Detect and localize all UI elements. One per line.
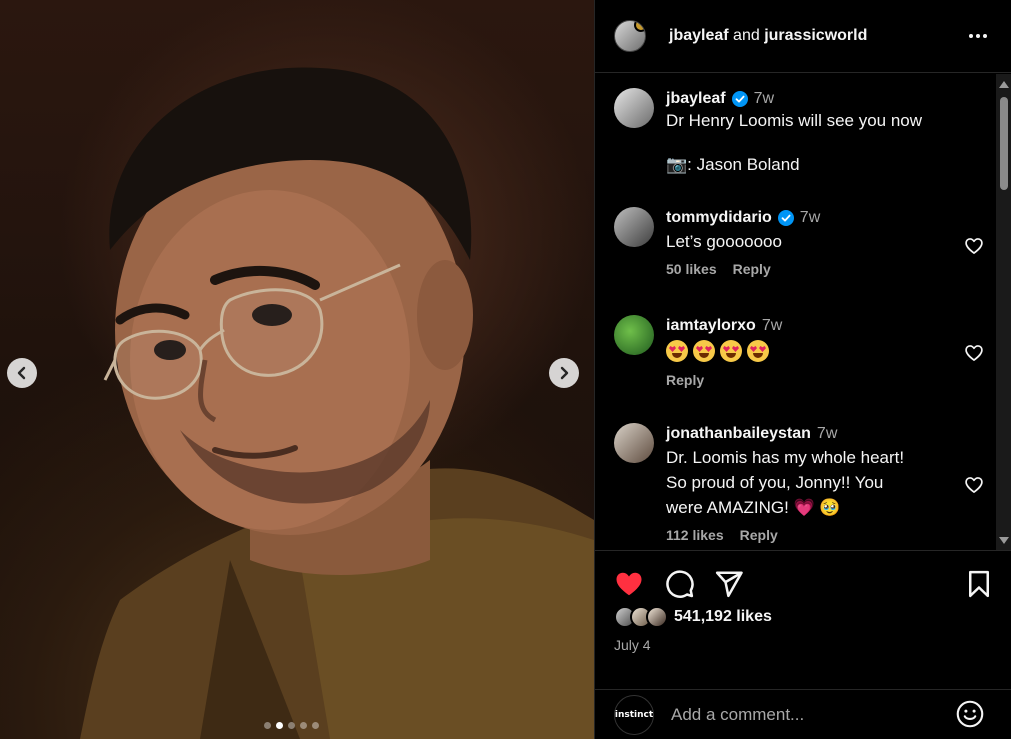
- comment-item: tommydidario 7w Let’s gooooooo 50 likes …: [614, 207, 984, 277]
- next-image-button[interactable]: [549, 358, 579, 388]
- scroll-down-icon[interactable]: [999, 537, 1009, 544]
- carousel-dot: [312, 722, 319, 729]
- author-conjunction: and: [733, 27, 760, 44]
- scroll-up-icon[interactable]: [999, 81, 1009, 88]
- likes-summary[interactable]: 541,192 likes: [614, 606, 772, 628]
- comment-time[interactable]: 7w: [817, 423, 837, 445]
- comment-emojis: [666, 340, 966, 362]
- post-date[interactable]: July 4: [614, 637, 651, 653]
- comment-time[interactable]: 7w: [800, 207, 820, 229]
- scroll-thumb[interactable]: [1000, 97, 1008, 190]
- comments-list[interactable]: jbayleaf 7w Dr Henry Loomis will see you…: [595, 74, 998, 550]
- comment-likes[interactable]: 50 likes: [666, 261, 717, 277]
- caption-username[interactable]: jbayleaf: [666, 88, 726, 110]
- verified-badge-icon: [777, 210, 794, 226]
- add-comment-bar: instinct: [595, 689, 1011, 739]
- carousel-dot: [264, 722, 271, 729]
- caption-time[interactable]: 7w: [754, 88, 774, 110]
- post-authors: jbayleaf and jurassicworld: [669, 27, 867, 45]
- comment-icon[interactable]: [665, 569, 695, 599]
- chevron-left-icon: [17, 366, 26, 380]
- more-options-button[interactable]: [966, 26, 990, 46]
- heart-outline-icon[interactable]: [964, 475, 984, 495]
- comments-scrollbar[interactable]: [996, 74, 1011, 550]
- comment-text: Dr. Loomis has my whole heart! So proud …: [666, 448, 905, 517]
- author-username-link[interactable]: jbayleaf: [669, 27, 729, 44]
- carousel-dot: [300, 722, 307, 729]
- heart-outline-icon[interactable]: [964, 236, 984, 256]
- comment-likes[interactable]: 112 likes: [666, 527, 724, 543]
- collab-username-link[interactable]: jurassicworld: [764, 27, 867, 44]
- comment-input[interactable]: [671, 704, 941, 725]
- previous-image-button[interactable]: [7, 358, 37, 388]
- caption-text: Dr Henry Loomis will see you now 📷: Jaso…: [666, 111, 923, 174]
- avatar[interactable]: [614, 88, 654, 128]
- heart-eyes-emoji-icon: [693, 340, 715, 362]
- emoji-picker-icon[interactable]: [956, 700, 984, 728]
- more-dot-icon: [969, 34, 973, 38]
- collab-badge: [634, 21, 645, 32]
- reply-button[interactable]: Reply: [733, 261, 771, 277]
- liker-avatar: [646, 606, 668, 628]
- likes-count[interactable]: 541,192 likes: [674, 608, 772, 626]
- carousel-indicator: [264, 722, 319, 729]
- share-icon[interactable]: [714, 569, 744, 599]
- comment-username[interactable]: jonathanbaileystan: [666, 423, 811, 445]
- more-dot-icon: [983, 34, 987, 38]
- post-media[interactable]: [0, 0, 594, 739]
- comment-item: iamtaylorxo 7w Reply: [614, 315, 984, 388]
- verified-badge-icon: [731, 91, 748, 107]
- bookmark-icon[interactable]: [964, 569, 994, 599]
- avatar[interactable]: [614, 207, 654, 247]
- current-user-avatar: instinct: [614, 694, 654, 735]
- carousel-dot: [288, 722, 295, 729]
- chevron-right-icon: [560, 366, 569, 380]
- more-dot-icon: [976, 34, 980, 38]
- comment-username[interactable]: iamtaylorxo: [666, 315, 756, 337]
- header-avatar[interactable]: [614, 20, 646, 52]
- caption: jbayleaf 7w Dr Henry Loomis will see you…: [614, 88, 984, 176]
- comment-text: Let’s gooooooo: [666, 232, 782, 251]
- comment-username[interactable]: tommydidario: [666, 207, 772, 229]
- heart-eyes-emoji-icon: [747, 340, 769, 362]
- reply-button[interactable]: Reply: [740, 527, 778, 543]
- post-sidebar: jbayleaf and jurassicworld jbayleaf 7w D…: [594, 0, 1011, 739]
- heart-eyes-emoji-icon: [720, 340, 742, 362]
- carousel-dot-active: [276, 722, 283, 729]
- comment-time[interactable]: 7w: [762, 315, 782, 337]
- post-header: jbayleaf and jurassicworld: [595, 0, 1011, 73]
- heart-outline-icon[interactable]: [964, 343, 984, 363]
- avatar[interactable]: [614, 315, 654, 355]
- avatar[interactable]: [614, 423, 654, 463]
- heart-filled-icon[interactable]: [614, 569, 644, 599]
- post-photo: [80, 67, 594, 739]
- heart-eyes-emoji-icon: [666, 340, 688, 362]
- comment-item: jonathanbaileystan 7w Dr. Loomis has my …: [614, 423, 984, 543]
- reply-button[interactable]: Reply: [666, 372, 704, 388]
